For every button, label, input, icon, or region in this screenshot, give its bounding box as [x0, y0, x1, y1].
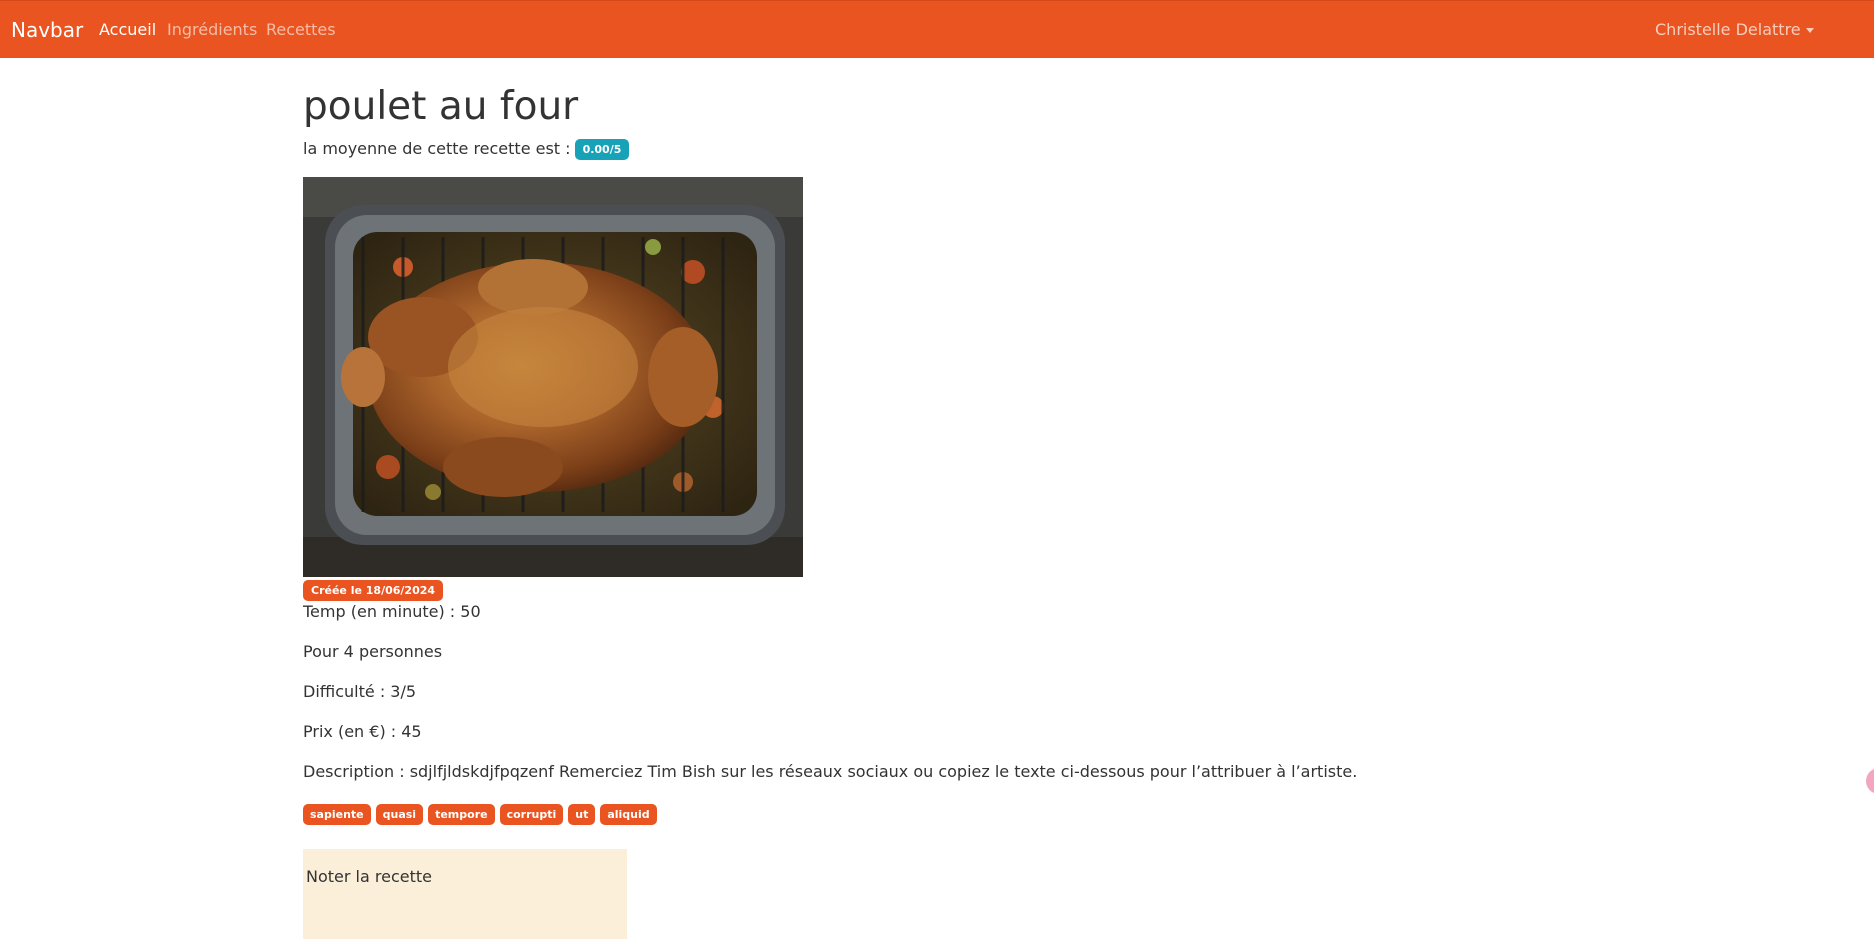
nav-link-recettes[interactable]: Recettes	[266, 20, 336, 40]
top-navbar: Navbar Accueil Ingrédients Recettes Chri…	[0, 0, 1874, 58]
average-badge: 0.00/5	[574, 138, 630, 160]
nav-link-accueil[interactable]: Accueil	[99, 20, 156, 40]
tag-badge: quasi	[375, 804, 424, 825]
recipe-image	[303, 177, 803, 577]
tag-badge: tempore	[428, 804, 495, 825]
recipe-people: Pour 4 personnes	[303, 642, 443, 661]
recipe-price: Prix (en €) : 45	[303, 722, 422, 741]
tag-badge: corrupti	[499, 804, 564, 825]
recipe-description: Description : sdjlfjldskdjfpqzenf Remerc…	[303, 762, 1358, 781]
navbar-brand[interactable]: Navbar	[11, 18, 83, 42]
user-dropdown[interactable]: Christelle Delattre	[1655, 20, 1814, 40]
chevron-down-icon	[1805, 27, 1814, 33]
tag-badge: ut	[568, 804, 596, 825]
average-rating-line: la moyenne de cette recette est : 0.00/5	[303, 138, 630, 160]
average-label: la moyenne de cette recette est :	[303, 139, 571, 158]
recipe-difficulty: Difficulté : 3/5	[303, 682, 417, 701]
floating-action-icon[interactable]	[1866, 768, 1874, 794]
tag-badge: aliquid	[600, 804, 657, 825]
tag-list: sapiente quasi tempore corrupti ut aliqu…	[303, 804, 657, 825]
recipe-time: Temp (en minute) : 50	[303, 602, 481, 621]
tag-badge: sapiente	[303, 804, 371, 825]
created-date-badge: Créée le 18/06/2024	[303, 580, 444, 601]
nav-link-ingredients[interactable]: Ingrédients	[167, 20, 257, 40]
user-name: Christelle Delattre	[1655, 20, 1801, 39]
recipe-title: poulet au four	[303, 84, 579, 129]
rate-recipe-title: Noter la recette	[306, 867, 432, 886]
rate-recipe-card: Noter la recette	[303, 849, 627, 939]
roast-chicken-image	[303, 177, 803, 577]
